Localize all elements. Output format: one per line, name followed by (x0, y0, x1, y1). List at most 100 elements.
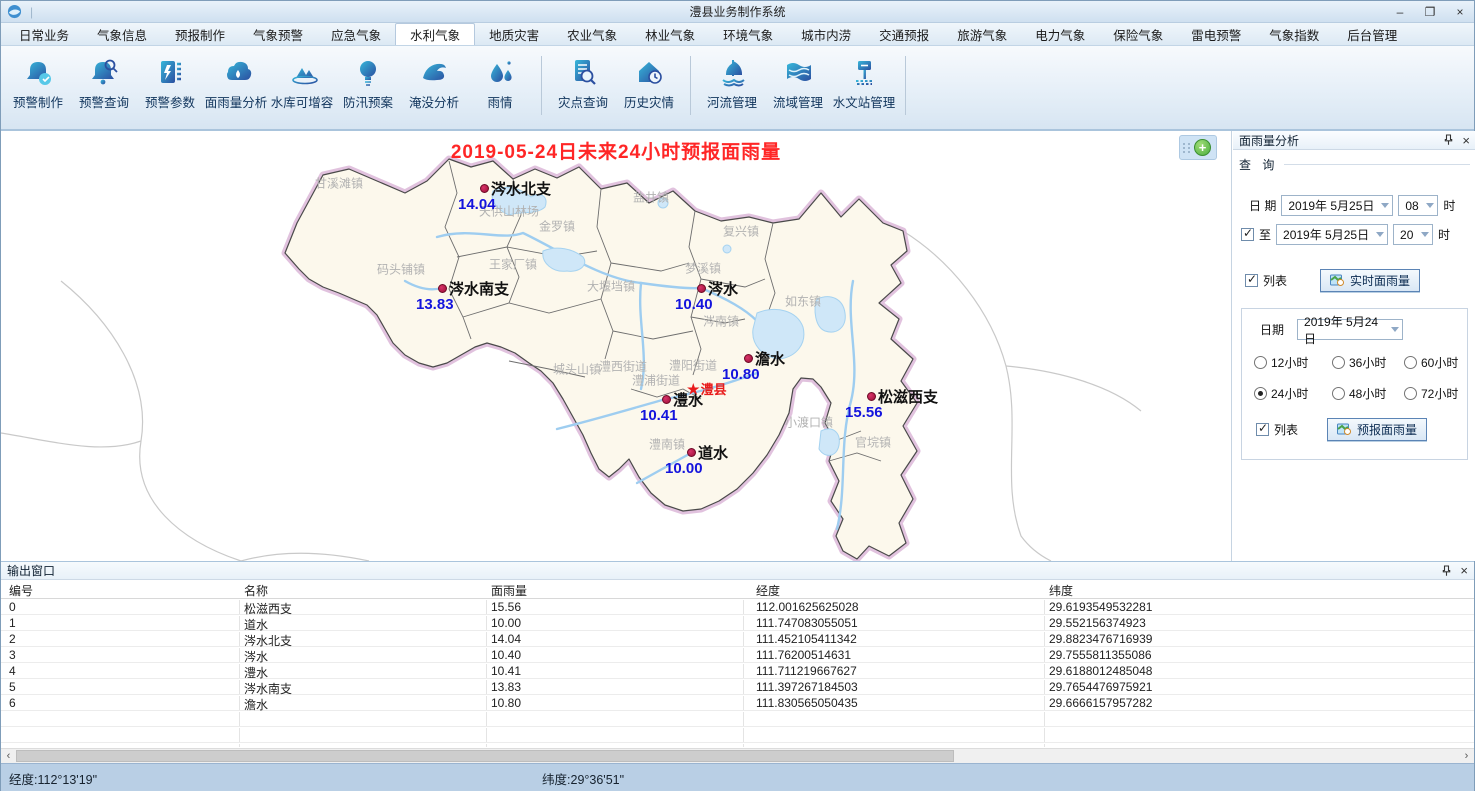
tab-1[interactable]: 日常业务 (5, 23, 83, 45)
column-header[interactable]: 面雨量 (491, 582, 527, 599)
column-header[interactable]: 名称 (244, 582, 268, 599)
toolbar-button-doc-params[interactable]: 预警参数 (137, 52, 203, 111)
radio-circle-icon[interactable] (1332, 356, 1345, 369)
toolbar-button-hydro-station[interactable]: 水文站管理 (831, 52, 897, 111)
table-cell: 4 (9, 664, 16, 678)
map-zoom-control[interactable]: + (1179, 135, 1217, 160)
tab-5[interactable]: 应急气象 (317, 23, 395, 45)
station-dot-icon (867, 392, 876, 401)
scroll-right-icon[interactable]: › (1459, 749, 1474, 763)
toolbar-button-cloud-rain[interactable]: 面雨量分析 (203, 52, 269, 111)
map-view[interactable]: 2019-05-24日未来24小时预报面雨量 甘溪滩镇盐井镇天供山林场金罗镇复兴… (1, 131, 1232, 561)
county-label: ★澧县 (687, 379, 727, 398)
table-cell: 6 (9, 696, 16, 710)
tab-16[interactable]: 雷电预警 (1177, 23, 1255, 45)
table-row[interactable]: 2涔水北支14.04111.45210541134229.88234767169… (1, 631, 1474, 647)
radio-24小时[interactable]: 24小时 (1254, 385, 1332, 402)
radio-circle-icon[interactable] (1254, 387, 1267, 400)
column-grid-line (743, 616, 744, 630)
radio-circle-icon[interactable] (1254, 356, 1267, 369)
tab-8[interactable]: 农业气象 (553, 23, 631, 45)
radio-circle-icon[interactable] (1404, 387, 1417, 400)
tab-6[interactable]: 水利气象 (395, 23, 475, 45)
table-cell: 10.40 (491, 648, 521, 662)
tab-4[interactable]: 气象预警 (239, 23, 317, 45)
toolbar-button-sailboat[interactable]: 河流管理 (699, 52, 765, 111)
table-row[interactable]: 5涔水南支13.83111.39726718450329.76544769759… (1, 679, 1474, 695)
column-header[interactable]: 经度 (756, 582, 780, 599)
tab-3[interactable]: 预报制作 (161, 23, 239, 45)
close-button[interactable]: × (1452, 5, 1468, 19)
toolbar-button-raindrops[interactable]: 雨情 (467, 52, 533, 111)
start-hour-select[interactable]: 08 (1398, 195, 1438, 216)
minimize-button[interactable]: – (1392, 5, 1408, 19)
column-grid-line (1044, 616, 1045, 630)
station-dot-icon (480, 184, 489, 193)
column-grid-line (486, 744, 487, 747)
maximize-button[interactable]: ❐ (1422, 5, 1438, 19)
tab-17[interactable]: 气象指数 (1255, 23, 1333, 45)
radio-12小时[interactable]: 12小时 (1254, 354, 1332, 371)
tab-13[interactable]: 旅游气象 (943, 23, 1021, 45)
tab-9[interactable]: 林业气象 (631, 23, 709, 45)
radio-circle-icon[interactable] (1332, 387, 1345, 400)
end-date-select[interactable]: 2019年 5月25日 (1276, 224, 1388, 245)
town-label: 王家厂镇 (489, 256, 537, 273)
tab-11[interactable]: 城市内涝 (787, 23, 865, 45)
to-checkbox[interactable] (1241, 228, 1254, 241)
scroll-left-icon[interactable]: ‹ (1, 749, 16, 763)
end-hour-select[interactable]: 20 (1393, 224, 1433, 245)
reservoir-icon (286, 56, 318, 88)
table-row[interactable] (1, 711, 1474, 727)
list-checkbox-forecast[interactable] (1256, 423, 1269, 436)
horizontal-scrollbar[interactable]: ‹ › (1, 748, 1474, 763)
output-close-icon[interactable]: × (1460, 563, 1468, 578)
radio-48小时[interactable]: 48小时 (1332, 385, 1404, 402)
table-row[interactable] (1, 743, 1474, 747)
scrollbar-thumb[interactable] (16, 750, 954, 762)
column-header[interactable]: 纬度 (1049, 582, 1073, 599)
radio-circle-icon[interactable] (1404, 356, 1417, 369)
zoom-in-button[interactable]: + (1194, 139, 1211, 156)
forecast-rain-button[interactable]: 预报面雨量 (1327, 418, 1427, 441)
panel-close-icon[interactable]: × (1462, 133, 1470, 148)
table-row[interactable] (1, 727, 1474, 743)
radio-label: 72小时 (1421, 385, 1458, 402)
toolbar-button-reservoir[interactable]: 水库可增容 (269, 52, 335, 111)
column-header[interactable]: 编号 (9, 582, 33, 599)
pin-icon[interactable] (1441, 565, 1452, 577)
realtime-rain-button[interactable]: 实时面雨量 (1320, 269, 1420, 292)
table-row[interactable]: 6澹水10.80111.83056505043529.6666157957282 (1, 695, 1474, 711)
raindrops-icon (484, 56, 516, 88)
tab-15[interactable]: 保险气象 (1099, 23, 1177, 45)
toolbar-button-bell-search[interactable]: 预警查询 (71, 52, 137, 111)
list-checkbox-realtime[interactable] (1245, 274, 1258, 287)
tab-12[interactable]: 交通预报 (865, 23, 943, 45)
table-cell: 29.7555811355086 (1049, 648, 1152, 662)
drag-grip-icon[interactable] (1183, 143, 1191, 153)
radio-72小时[interactable]: 72小时 (1404, 385, 1475, 402)
town-label: 梦溪镇 (685, 260, 721, 277)
toolbar-button-alert-edit[interactable]: 预警制作 (5, 52, 71, 111)
pin-icon[interactable] (1443, 134, 1454, 146)
radio-60小时[interactable]: 60小时 (1404, 354, 1475, 371)
table-row[interactable]: 1道水10.00111.74708305505129.552156374923 (1, 615, 1474, 631)
town-label: 如东镇 (785, 293, 821, 310)
tab-2[interactable]: 气象信息 (83, 23, 161, 45)
toolbar-button-label: 雨情 (487, 92, 512, 111)
toolbar-button-bulb[interactable]: 防汛预案 (335, 52, 401, 111)
toolbar-button-history[interactable]: 历史灾情 (616, 52, 682, 111)
start-date-select[interactable]: 2019年 5月25日 (1281, 195, 1393, 216)
table-row[interactable]: 3涔水10.40111.7620051463129.7555811355086 (1, 647, 1474, 663)
tab-18[interactable]: 后台管理 (1333, 23, 1411, 45)
table-row[interactable]: 0松滋西支15.56112.00162562502829.61935495322… (1, 599, 1474, 615)
table-row[interactable]: 4澧水10.41111.71121966762729.6188012485048 (1, 663, 1474, 679)
forecast-date-select[interactable]: 2019年 5月24日 (1297, 319, 1403, 340)
toolbar-button-wave[interactable]: 淹没分析 (401, 52, 467, 111)
toolbar-button-basin-waves[interactable]: 流域管理 (765, 52, 831, 111)
radio-36小时[interactable]: 36小时 (1332, 354, 1404, 371)
tab-7[interactable]: 地质灾害 (475, 23, 553, 45)
tab-10[interactable]: 环境气象 (709, 23, 787, 45)
toolbar-button-doc-search[interactable]: 灾点查询 (550, 52, 616, 111)
tab-14[interactable]: 电力气象 (1021, 23, 1099, 45)
